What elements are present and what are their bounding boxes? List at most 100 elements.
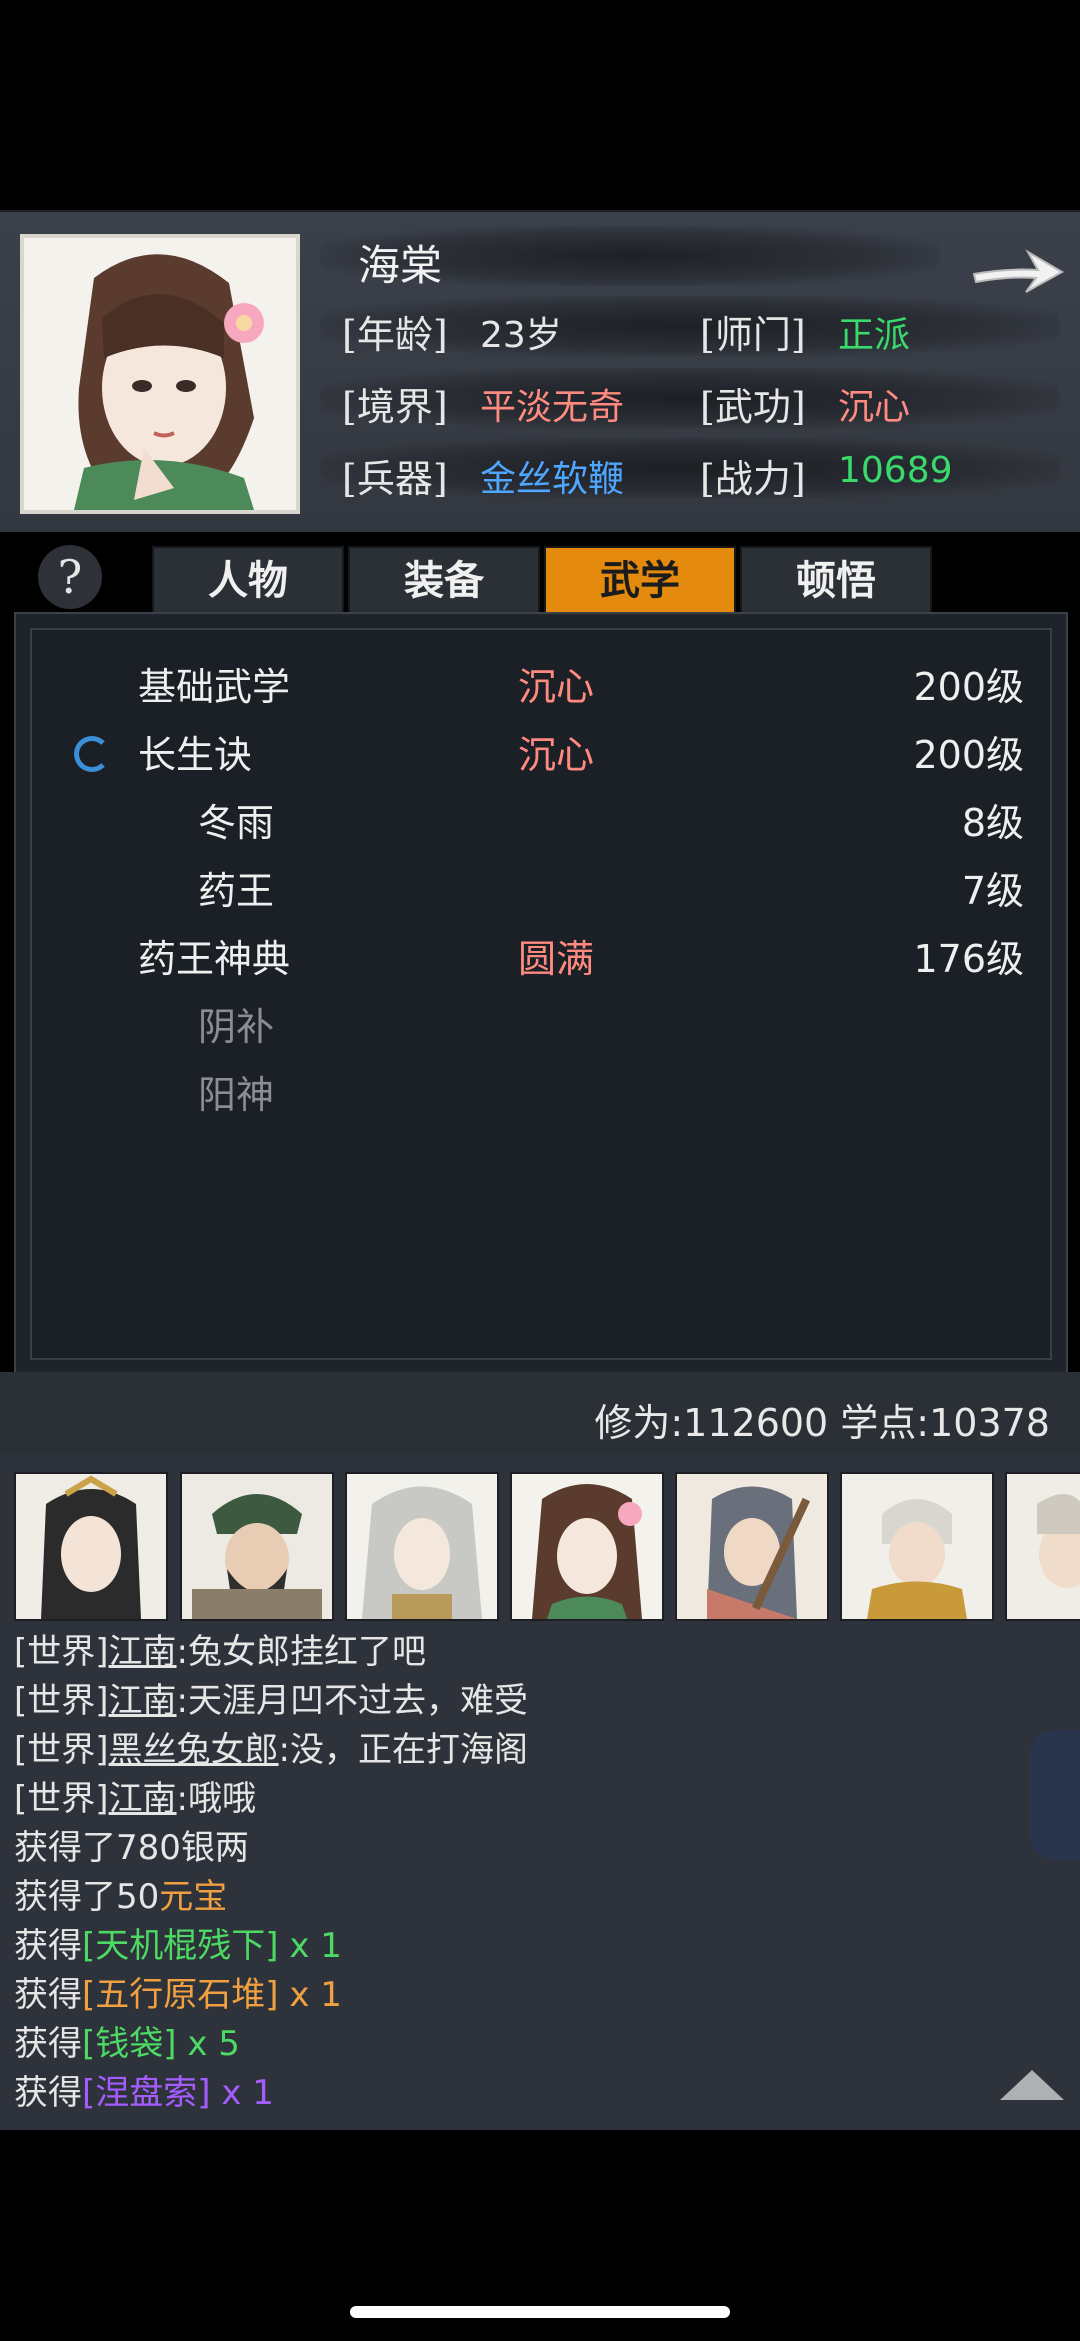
realm-value: 平淡无奇 bbox=[480, 387, 625, 428]
skill-row[interactable]: 阴补 bbox=[32, 986, 1050, 1054]
chat-text: [世界] bbox=[14, 1779, 109, 1819]
character-name: 海棠 bbox=[358, 241, 443, 290]
power-label: [战力] bbox=[700, 457, 806, 501]
chat-text: [世界] bbox=[14, 1730, 109, 1770]
arrow-right-icon bbox=[972, 249, 1065, 293]
monk-portrait-icon bbox=[842, 1474, 992, 1619]
skill-name: 阴补 bbox=[198, 1005, 275, 1049]
age-label: [年龄] bbox=[342, 313, 448, 357]
haitang-portrait-icon bbox=[512, 1474, 662, 1619]
chat-text: [世界] bbox=[14, 1681, 109, 1721]
next-character-button[interactable] bbox=[968, 234, 1068, 304]
female-hero-portrait-icon bbox=[16, 1474, 166, 1619]
martial-label: [武功] bbox=[700, 385, 806, 429]
skill-name: 基础武学 bbox=[138, 665, 291, 709]
cultivation-points-bar: 修为:112600 学点:10378 bbox=[0, 1372, 1080, 1454]
partial-portrait-icon bbox=[1007, 1474, 1080, 1619]
sect-label: [师门] bbox=[700, 313, 806, 357]
chat-player-name[interactable]: 江南 bbox=[109, 1681, 177, 1721]
party-member-avatar[interactable] bbox=[675, 1472, 829, 1621]
chat-text: x 1 bbox=[278, 1975, 342, 2015]
chat-line: [世界]黑丝兔女郎:没，正在打海阁 bbox=[14, 1722, 528, 1771]
tab-martial-arts[interactable]: 武学 bbox=[544, 546, 736, 616]
chat-text: [世界] bbox=[14, 1632, 109, 1672]
sect-value: 正派 bbox=[838, 315, 911, 356]
party-member-avatar[interactable] bbox=[345, 1472, 499, 1621]
portrait-illustration bbox=[24, 238, 296, 510]
chat-text: [涅盘索] bbox=[82, 2073, 211, 2113]
tab-enlightenment[interactable]: 顿悟 bbox=[740, 546, 932, 616]
age-value: 23岁 bbox=[480, 315, 562, 356]
weapon-value[interactable]: 金丝软鞭 bbox=[480, 450, 624, 502]
skill-name: 冬雨 bbox=[198, 801, 275, 845]
chat-text: :哦哦 bbox=[176, 1779, 256, 1819]
chat-text: 获得 bbox=[14, 2073, 82, 2113]
silver-hair-portrait-icon bbox=[347, 1474, 497, 1619]
skill-row[interactable]: 阳神 bbox=[32, 1054, 1050, 1122]
chat-line: [世界]江南:哦哦 bbox=[14, 1771, 256, 1820]
chat-text: [天机棍残下] bbox=[82, 1926, 279, 1966]
skill-list: 基础武学 沉心 200级 长生诀 沉心 200级 冬雨 8级 药王 7级 药王神… bbox=[30, 628, 1052, 1360]
skill-state: 沉心 bbox=[518, 665, 595, 709]
help-button[interactable]: ? bbox=[38, 545, 102, 609]
chat-text: 获得 bbox=[14, 1926, 82, 1966]
chat-text: 获得 bbox=[14, 1975, 82, 2015]
chat-text: 获得了780银两 bbox=[14, 1828, 249, 1868]
chat-line: [世界]江南:天涯月凹不过去，难受 bbox=[14, 1673, 528, 1722]
skill-name: 长生诀 bbox=[138, 733, 253, 777]
bearded-general-portrait-icon bbox=[182, 1474, 332, 1619]
chat-text: 获得 bbox=[14, 2024, 82, 2064]
chat-text: :天涯月凹不过去，难受 bbox=[176, 1681, 528, 1721]
chat-line: 获得[涅盘索] x 1 bbox=[14, 2065, 274, 2114]
skill-row[interactable]: 药王神典 圆满 176级 bbox=[32, 918, 1050, 986]
home-indicator[interactable] bbox=[350, 2306, 730, 2318]
skill-level: 7级 bbox=[961, 869, 1024, 913]
chat-player-name[interactable]: 江南 bbox=[109, 1632, 177, 1672]
cultivation-points-text: 修为:112600 学点:10378 bbox=[594, 1401, 1050, 1445]
chat-text: x 5 bbox=[176, 2024, 240, 2064]
side-drawer-handle[interactable] bbox=[1030, 1730, 1080, 1860]
skill-level: 8级 bbox=[961, 801, 1024, 845]
character-portrait[interactable] bbox=[20, 234, 300, 514]
chat-line: [世界]江南:兔女郎挂红了吧 bbox=[14, 1624, 426, 1673]
skill-row[interactable]: 药王 7级 bbox=[32, 850, 1050, 918]
chat-text: :兔女郎挂红了吧 bbox=[176, 1632, 426, 1672]
party-member-avatar[interactable] bbox=[510, 1472, 664, 1621]
skill-row[interactable]: 冬雨 8级 bbox=[32, 782, 1050, 850]
chat-player-name[interactable]: 江南 bbox=[109, 1779, 177, 1819]
party-member-avatar[interactable] bbox=[180, 1472, 334, 1621]
skill-panel: 基础武学 沉心 200级 长生诀 沉心 200级 冬雨 8级 药王 7级 药王神… bbox=[14, 612, 1068, 1376]
cultivating-icon bbox=[74, 736, 110, 772]
skill-row[interactable]: 长生诀 沉心 200级 bbox=[32, 714, 1050, 782]
chat-line: 获得了50元宝 bbox=[14, 1869, 227, 1918]
chat-line: 获得[钱袋] x 5 bbox=[14, 2016, 240, 2065]
chat-text: [五行原石堆] bbox=[82, 1975, 279, 2015]
party-member-avatar[interactable] bbox=[840, 1472, 994, 1621]
chat-text: 元宝 bbox=[159, 1877, 228, 1917]
skill-name: 药王 bbox=[198, 869, 275, 913]
skill-state: 圆满 bbox=[518, 937, 595, 981]
party-member-avatar[interactable] bbox=[1005, 1472, 1080, 1621]
realm-label: [境界] bbox=[342, 385, 448, 429]
bottom-panel: [世界]江南:兔女郎挂红了吧 [世界]江南:天涯月凹不过去，难受 [世界]黑丝兔女郎… bbox=[0, 1454, 1080, 2130]
weapon-label: [兵器] bbox=[342, 457, 448, 501]
party-member-avatar[interactable] bbox=[14, 1472, 168, 1621]
skill-level: 200级 bbox=[913, 733, 1024, 777]
warrior-woman-portrait-icon bbox=[677, 1474, 827, 1619]
chat-line: 获得[天机棍残下] x 1 bbox=[14, 1918, 342, 1967]
power-value: 10689 bbox=[838, 450, 953, 491]
skill-name: 阳神 bbox=[198, 1073, 275, 1117]
skill-state: 沉心 bbox=[518, 733, 595, 777]
chat-player-name[interactable]: 黑丝兔女郎 bbox=[109, 1730, 279, 1770]
character-header: 海棠 [年龄] 23岁 [师门] 正派 [境界] 平淡无奇 [武功] 沉心 [兵… bbox=[0, 210, 1080, 532]
martial-value: 沉心 bbox=[838, 387, 911, 428]
skill-row[interactable]: 基础武学 沉心 200级 bbox=[32, 646, 1050, 714]
tab-equipment[interactable]: 装备 bbox=[348, 546, 540, 616]
chat-text: :没，正在打海阁 bbox=[278, 1730, 528, 1770]
scroll-up-triangle-icon[interactable] bbox=[1000, 2070, 1064, 2100]
skill-level: 200级 bbox=[913, 665, 1024, 709]
chat-line: 获得[五行原石堆] x 1 bbox=[14, 1967, 342, 2016]
tab-character[interactable]: 人物 bbox=[152, 546, 344, 616]
skill-name: 药王神典 bbox=[138, 937, 291, 981]
chat-text: 获得了50 bbox=[14, 1877, 160, 1917]
